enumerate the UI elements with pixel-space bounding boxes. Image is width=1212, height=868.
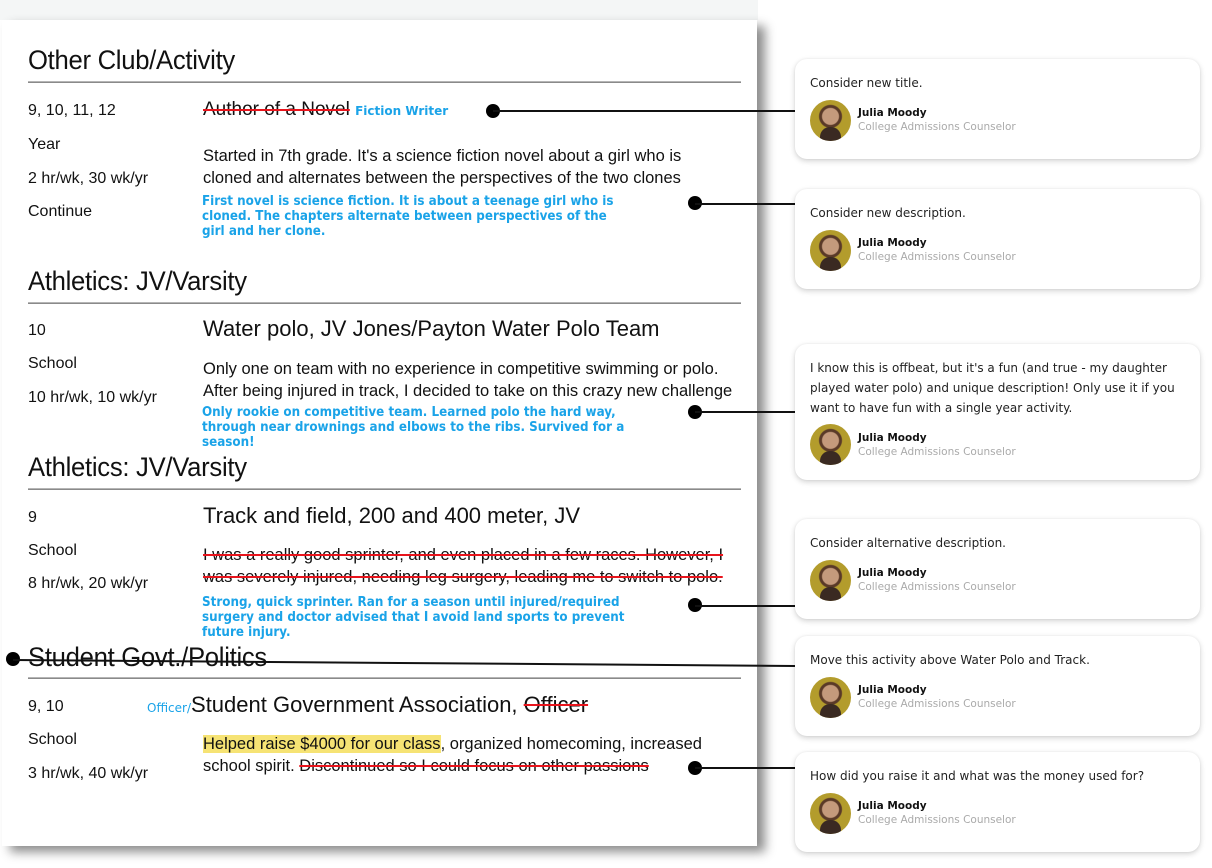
hours-per-week: 10 hr/wk, 10 wk/yr: [28, 389, 157, 406]
section-heading: Athletics: JV/Varsity: [28, 452, 247, 482]
suggested-title-prefix: Officer/: [147, 701, 192, 715]
comment-text: I know this is offbeat, but it's a fun (…: [810, 361, 1175, 415]
top-background: [0, 0, 758, 20]
comment-author-role: College Admissions Counselor: [858, 121, 1016, 133]
comment-author-role: College Admissions Counselor: [858, 251, 1016, 263]
hours-per-week: 8 hr/wk, 20 wk/yr: [28, 575, 149, 592]
continue-status: Continue: [28, 203, 93, 220]
description-line: Started in 7th grade. It's a science fic…: [203, 147, 682, 165]
comment-card[interactable]: Consider alternative description. Julia …: [795, 519, 1200, 619]
comment-connector: [695, 767, 795, 769]
avatar: [810, 230, 851, 271]
activity-title: Officer/Student Government Association, …: [147, 692, 588, 718]
activity-description: Only one on team with no experience in c…: [203, 358, 732, 402]
participation-timing: School: [28, 542, 77, 559]
struck-description-line: was severely injured, needing leg surger…: [203, 568, 723, 586]
activity-description: I was a really good sprinter, and even p…: [203, 544, 723, 588]
comment-author-role: College Admissions Counselor: [858, 698, 1016, 710]
title-text: Student Government Association,: [191, 692, 518, 717]
section-heading: Athletics: JV/Varsity: [28, 266, 247, 296]
suggestion-line: through near drownings and elbows to the…: [202, 420, 625, 435]
participation-timing: Year: [28, 136, 61, 153]
grade-levels: 9: [28, 509, 37, 526]
suggested-description: Only rookie on competitive team. Learned…: [202, 405, 624, 450]
suggested-title: Fiction Writer: [355, 104, 449, 118]
hours-per-week: 2 hr/wk, 30 wk/yr: [28, 170, 149, 187]
comment-author: Julia Moody: [858, 432, 927, 444]
struck-title: Officer: [523, 692, 589, 717]
comment-text: Move this activity above Water Polo and …: [810, 653, 1090, 667]
comment-author: Julia Moody: [858, 684, 927, 696]
comment-author: Julia Moody: [858, 107, 927, 119]
grade-levels: 9, 10: [28, 698, 64, 715]
avatar: [810, 424, 851, 465]
suggested-description: Strong, quick sprinter. Ran for a season…: [202, 595, 624, 640]
activity-title: Author of a Novel Fiction Writer: [203, 99, 448, 121]
description-line: cloned and alternates between the perspe…: [203, 169, 681, 187]
hours-per-week: 3 hr/wk, 40 wk/yr: [28, 765, 149, 782]
section-divider: [28, 677, 741, 679]
comment-connector: [695, 605, 795, 607]
comment-connector: [493, 110, 795, 112]
comment-author-role: College Admissions Counselor: [858, 446, 1016, 458]
grade-levels: 10: [28, 322, 46, 339]
activity-description: Helped raise $4000 for our class, organi…: [203, 733, 702, 777]
section-heading: Other Club/Activity: [28, 45, 235, 75]
grade-levels: 9, 10, 11, 12: [28, 102, 116, 119]
comment-author: Julia Moody: [858, 237, 927, 249]
description-line: After being injured in track, I decided …: [203, 382, 733, 400]
suggestion-line: future injury.: [202, 625, 291, 640]
activity-title: Track and field, 200 and 400 meter, JV: [203, 503, 581, 528]
participation-timing: School: [28, 731, 77, 748]
section-heading: Student Govt./Politics: [28, 642, 267, 672]
comment-card[interactable]: Consider new description. Julia Moody Co…: [795, 189, 1200, 289]
activity-description: Started in 7th grade. It's a science fic…: [203, 145, 681, 189]
participation-timing: School: [28, 355, 77, 372]
comment-card[interactable]: Move this activity above Water Polo and …: [795, 636, 1200, 736]
description-line: Only one on team with no experience in c…: [203, 360, 719, 378]
comment-card[interactable]: I know this is offbeat, but it's a fun (…: [795, 344, 1200, 480]
comment-text: Consider new title.: [810, 76, 923, 90]
avatar: [810, 100, 851, 141]
struck-title: Author of a Novel: [203, 99, 350, 120]
comment-author-role: College Admissions Counselor: [858, 814, 1016, 826]
suggestion-line: season!: [202, 435, 255, 450]
suggestion-line: girl and her clone.: [202, 224, 326, 239]
section-divider: [28, 81, 741, 83]
comment-text: Consider alternative description.: [810, 536, 1006, 550]
comment-connector: [695, 411, 795, 413]
description-text: , organized homecoming, increased: [440, 735, 702, 753]
struck-description: Discontinued so I could focus on other p…: [299, 757, 649, 775]
avatar: [810, 560, 851, 601]
section-divider: [28, 488, 741, 490]
comment-author: Julia Moody: [858, 567, 927, 579]
suggestion-line: Strong, quick sprinter. Ran for a season…: [202, 595, 620, 610]
description-text: school spirit.: [203, 757, 295, 775]
comment-text: Consider new description.: [810, 206, 966, 220]
suggestion-line: First novel is science fiction. It is ab…: [202, 194, 614, 209]
avatar: [810, 793, 851, 834]
suggestion-line: cloned. The chapters alternate between p…: [202, 209, 607, 224]
activity-title: Water polo, JV Jones/Payton Water Polo T…: [203, 316, 660, 341]
section-divider: [28, 302, 741, 304]
comment-connector: [695, 203, 795, 205]
struck-description-line: I was a really good sprinter, and even p…: [203, 546, 724, 564]
comment-text: How did you raise it and what was the mo…: [810, 769, 1145, 783]
suggestion-line: Only rookie on competitive team. Learned…: [202, 405, 616, 420]
comment-card[interactable]: Consider new title. Julia Moody College …: [795, 59, 1200, 159]
comment-author-role: College Admissions Counselor: [858, 581, 1016, 593]
comment-author: Julia Moody: [858, 800, 927, 812]
suggestion-line: surgery and doctor advised that I avoid …: [202, 610, 625, 625]
highlighted-text: Helped raise $4000 for our class: [203, 735, 441, 753]
suggested-description: First novel is science fiction. It is ab…: [202, 194, 613, 239]
avatar: [810, 677, 851, 718]
comment-card[interactable]: How did you raise it and what was the mo…: [795, 752, 1200, 852]
